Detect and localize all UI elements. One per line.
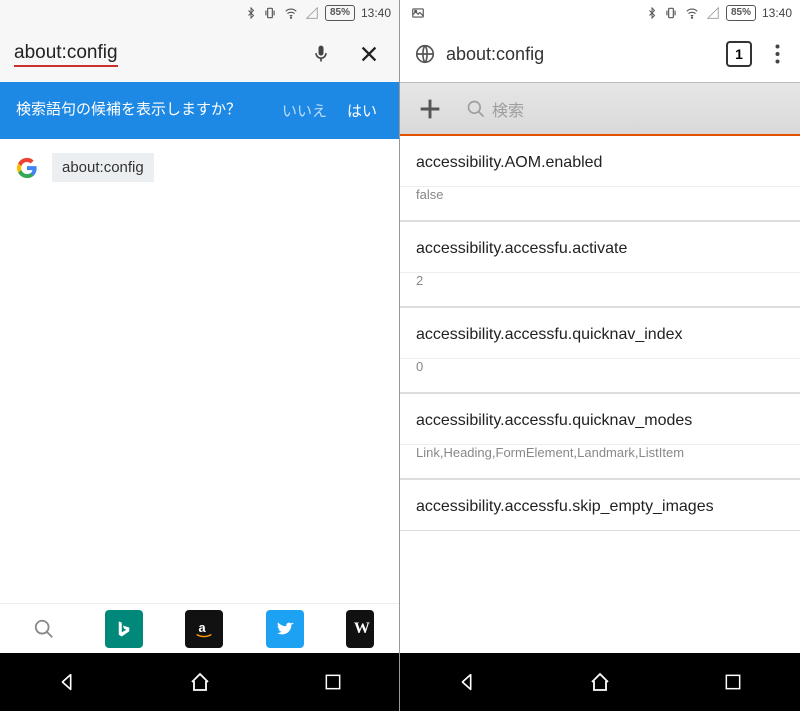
svg-text:a: a	[199, 619, 207, 634]
battery-indicator: 85%	[325, 5, 355, 21]
wikipedia-shortcut[interactable]: W	[346, 610, 374, 648]
config-key: accessibility.accessfu.quicknav_index	[400, 308, 800, 359]
tab-counter[interactable]: 1	[726, 41, 752, 67]
bing-shortcut[interactable]	[105, 610, 143, 648]
config-list[interactable]: accessibility.AOM.enabled false accessib…	[400, 136, 800, 711]
vibrate-icon	[263, 6, 277, 20]
wifi-icon	[283, 6, 299, 20]
recents-button[interactable]	[703, 662, 763, 702]
config-item[interactable]: accessibility.accessfu.quicknav_modes Li…	[400, 394, 800, 480]
suggestion-chip[interactable]: about:config	[52, 153, 154, 182]
status-bar: 85% 13:40	[400, 0, 800, 26]
wifi-icon	[684, 6, 700, 20]
config-item[interactable]: accessibility.accessfu.skip_empty_images	[400, 480, 800, 531]
history-search-icon[interactable]	[25, 610, 63, 648]
back-button[interactable]	[437, 662, 497, 702]
config-key: accessibility.AOM.enabled	[400, 136, 800, 187]
banner-no-button[interactable]: いいえ	[276, 96, 333, 125]
android-nav-bar	[400, 653, 800, 711]
microphone-icon[interactable]	[301, 34, 341, 74]
twitter-shortcut[interactable]	[266, 610, 304, 648]
url-search-bar: about:config	[0, 26, 399, 82]
search-suggestions-prompt: 検索語句の候補を表示しますか？ いいえ はい	[0, 82, 399, 139]
bluetooth-icon	[245, 6, 257, 20]
android-nav-bar	[0, 653, 399, 711]
banner-text: 検索語句の候補を表示しますか？	[16, 99, 268, 122]
vibrate-icon	[664, 6, 678, 20]
bottom-shortcuts: a W	[0, 603, 399, 653]
config-item[interactable]: accessibility.AOM.enabled false	[400, 136, 800, 222]
address-bar[interactable]: about:config	[446, 44, 716, 65]
bluetooth-icon	[646, 6, 658, 20]
browser-toolbar: about:config 1	[400, 26, 800, 82]
config-key: accessibility.accessfu.skip_empty_images	[400, 480, 800, 530]
config-search-placeholder: 検索	[492, 97, 524, 121]
config-value: false	[400, 187, 800, 221]
signal-icon	[305, 6, 319, 20]
left-screenshot: 85% 13:40 about:config 検索語句の候補を表示しますか？ い…	[0, 0, 400, 711]
config-toolbar: 検索	[400, 82, 800, 136]
clock: 13:40	[762, 6, 792, 20]
google-icon	[16, 157, 38, 179]
config-value: 2	[400, 273, 800, 307]
home-button[interactable]	[570, 662, 630, 702]
battery-indicator: 85%	[726, 5, 756, 21]
config-item[interactable]: accessibility.accessfu.quicknav_index 0	[400, 308, 800, 394]
config-search-input[interactable]: 検索	[460, 93, 790, 125]
home-button[interactable]	[170, 662, 230, 702]
recents-button[interactable]	[303, 662, 363, 702]
amazon-shortcut[interactable]: a	[185, 610, 223, 648]
banner-yes-button[interactable]: はい	[341, 96, 383, 125]
globe-icon	[414, 43, 436, 65]
add-pref-button[interactable]	[410, 89, 450, 129]
signal-icon	[706, 6, 720, 20]
search-input[interactable]: about:config	[14, 42, 118, 67]
config-item[interactable]: accessibility.accessfu.activate 2	[400, 222, 800, 308]
back-button[interactable]	[37, 662, 97, 702]
close-icon[interactable]	[349, 34, 389, 74]
right-screenshot: 85% 13:40 about:config 1 検索 access	[400, 0, 800, 711]
config-key: accessibility.accessfu.quicknav_modes	[400, 394, 800, 445]
screenshot-notification-icon	[410, 6, 426, 20]
search-suggestion-row[interactable]: about:config	[0, 139, 399, 196]
config-key: accessibility.accessfu.activate	[400, 222, 800, 273]
config-value: Link,Heading,FormElement,Landmark,ListIt…	[400, 445, 800, 479]
search-icon	[466, 99, 486, 119]
status-bar: 85% 13:40	[0, 0, 399, 26]
overflow-menu-icon[interactable]	[762, 34, 792, 74]
config-value: 0	[400, 359, 800, 393]
clock: 13:40	[361, 6, 391, 20]
